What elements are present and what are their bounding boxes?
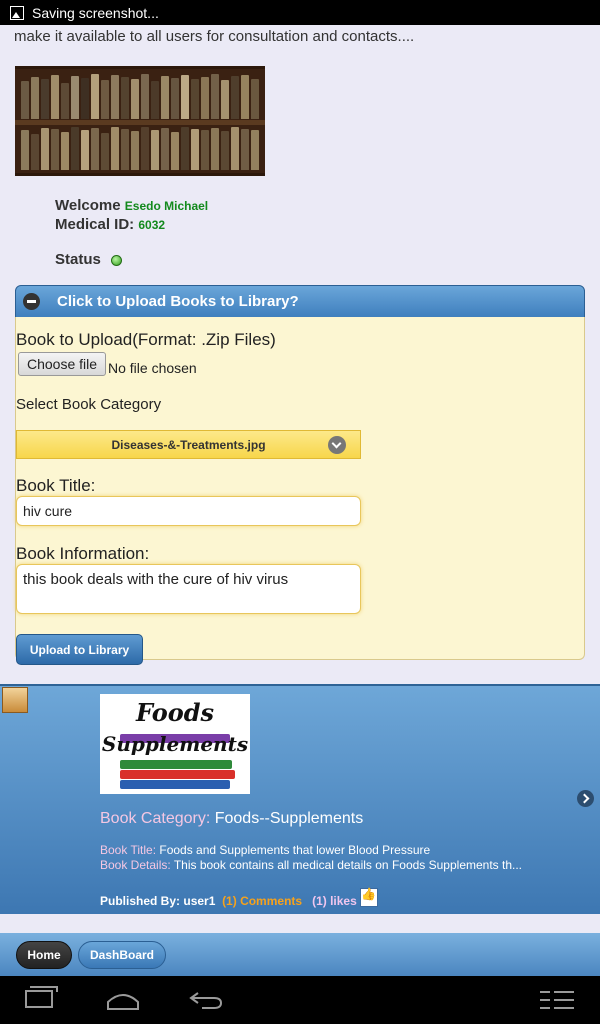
- intro-text: make it available to all users for consu…: [14, 28, 415, 45]
- category-select-value: Diseases-&-Treatments.jpg: [111, 437, 266, 452]
- medical-id-label: Medical ID:: [55, 216, 135, 233]
- bookshelf-image: [15, 66, 265, 176]
- status-notification: Saving screenshot...: [32, 4, 159, 21]
- next-arrow-icon[interactable]: [577, 790, 594, 807]
- book-info-textarea[interactable]: this book deals with the cure of hiv vir…: [16, 564, 361, 614]
- no-file-text: No file chosen: [108, 360, 197, 376]
- minus-icon: [23, 293, 40, 310]
- feed-details-value: This book contains all medical details o…: [173, 858, 523, 872]
- medical-id-value: 6032: [138, 218, 166, 232]
- feed-category-label: Book Category:: [100, 810, 211, 827]
- recent-apps-icon[interactable]: [25, 986, 58, 1008]
- upload-to-library-button[interactable]: Upload to Library: [16, 634, 143, 665]
- thumbs-up-icon[interactable]: [360, 887, 379, 907]
- feed-details-label: Book Details:: [100, 858, 171, 872]
- status-line: Status: [55, 251, 123, 268]
- image-icon: [10, 5, 24, 20]
- medical-id-line: Medical ID: 6032: [55, 216, 165, 233]
- chevron-down-icon: [328, 436, 346, 454]
- welcome-line: Welcome Esedo Michael: [55, 197, 208, 214]
- book-cover-image[interactable]: Foods Supplements: [100, 694, 250, 794]
- user-name: Esedo Michael: [124, 199, 209, 213]
- welcome-label: Welcome: [55, 197, 121, 214]
- category-label: Select Book Category: [16, 396, 162, 413]
- system-navigation-bar: [0, 976, 600, 1024]
- cover-title-line1: Foods: [135, 698, 215, 727]
- menu-icon[interactable]: [540, 990, 574, 1010]
- likes-link[interactable]: (1) likes: [312, 894, 357, 908]
- feed-category-value: Foods--Supplements: [214, 810, 364, 827]
- choose-file-button[interactable]: Choose file: [18, 352, 107, 376]
- home-button[interactable]: Home: [16, 941, 72, 969]
- online-status-icon: [111, 254, 123, 266]
- feed-title-label: Book Title:: [100, 843, 157, 857]
- feed-details: Book Details: This book contains all med…: [100, 858, 530, 872]
- status-label: Status: [55, 251, 101, 268]
- book-title-input[interactable]: hiv cure: [16, 496, 361, 526]
- file-label: Book to Upload(Format: .Zip Files): [16, 330, 276, 349]
- feed-title: Book Title: Foods and Supplements that l…: [100, 843, 530, 857]
- upload-collapsible-header[interactable]: Click to Upload Books to Library?: [15, 285, 585, 318]
- title-label: Book Title:: [16, 476, 96, 495]
- book-feed: [0, 684, 600, 914]
- published-line: Published By: user1 (1) Comments (1) lik…: [100, 887, 379, 908]
- cover-title-line2: Supplements: [101, 732, 249, 756]
- back-icon[interactable]: [188, 990, 224, 1010]
- info-label: Book Information:: [16, 544, 150, 563]
- status-bar: Saving screenshot...: [0, 0, 600, 25]
- avatar[interactable]: [2, 687, 28, 713]
- comments-link[interactable]: (1) Comments: [222, 894, 302, 908]
- feed-category: Book Category: Foods--Supplements: [100, 810, 363, 828]
- upload-header-label: Click to Upload Books to Library?: [57, 293, 299, 310]
- home-icon[interactable]: [106, 990, 140, 1010]
- published-label: Published By:: [100, 894, 181, 908]
- feed-title-value: Foods and Supplements that lower Blood P…: [159, 843, 431, 857]
- published-by: user1: [183, 894, 216, 908]
- category-select[interactable]: Diseases-&-Treatments.jpg: [16, 430, 361, 459]
- dashboard-button[interactable]: DashBoard: [78, 941, 166, 969]
